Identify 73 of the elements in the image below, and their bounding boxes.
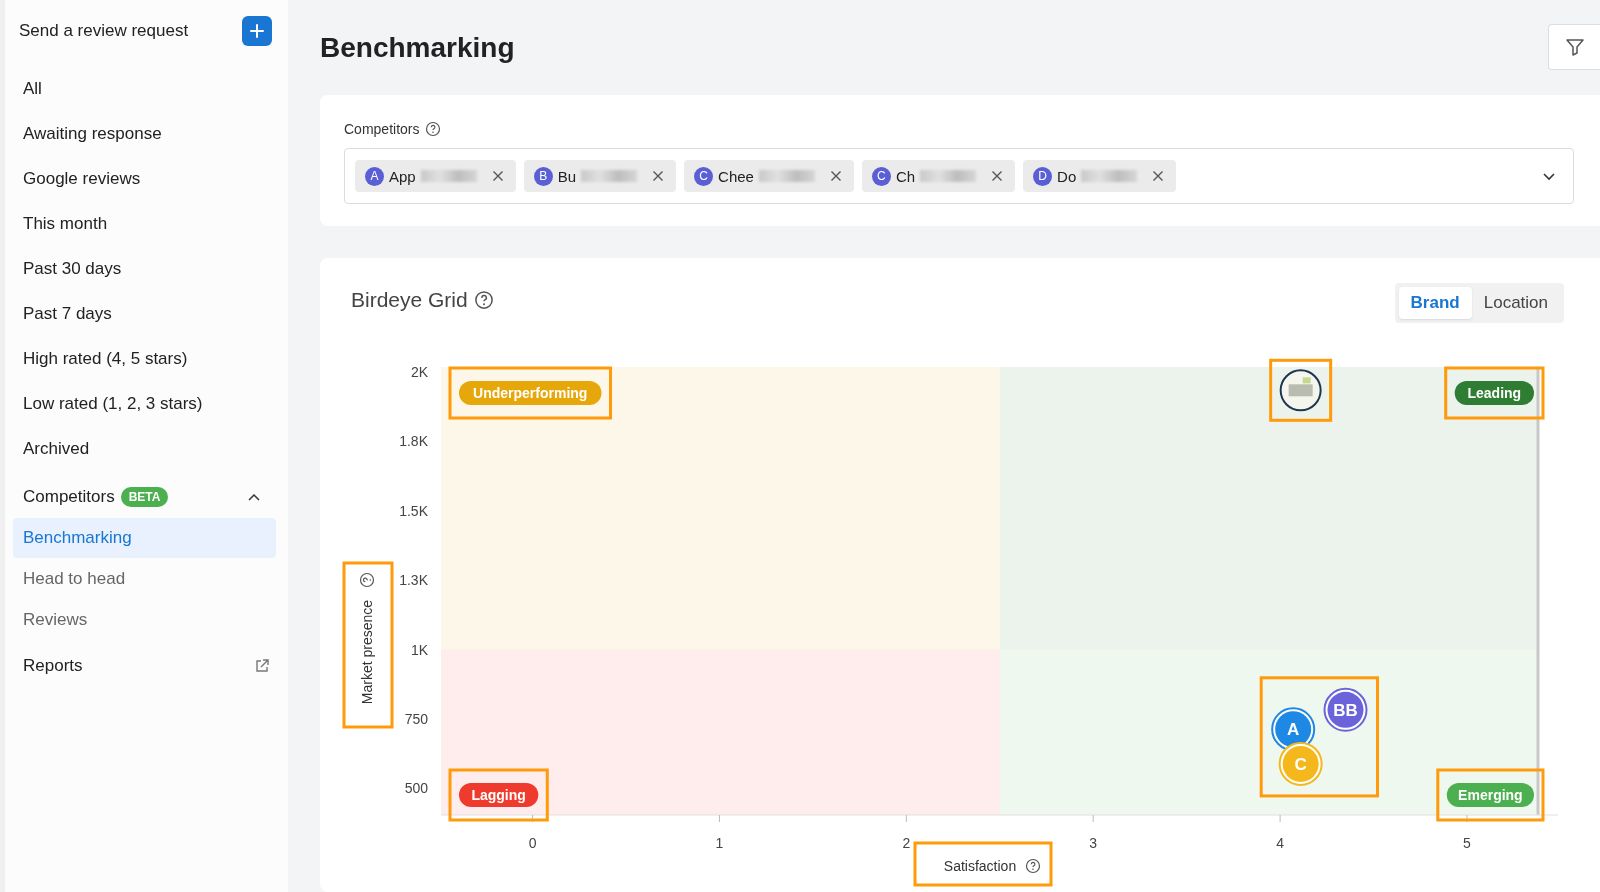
chip-label: App (389, 167, 416, 185)
x-tick-label: 5 (1463, 835, 1471, 851)
series-label: C (1294, 754, 1307, 774)
toggle-option[interactable]: Location (1471, 286, 1560, 319)
y-tick-label: 1.3K (399, 572, 428, 589)
y-tick-label: 750 (404, 710, 428, 727)
chip-label: Do (1057, 167, 1077, 185)
x-axis-title: Satisfaction (943, 858, 1017, 874)
sidebar-item[interactable]: Reports (23, 656, 83, 676)
x-tick-label: 0 (528, 835, 537, 851)
competitor-chip[interactable]: A App (355, 160, 516, 193)
help-icon (473, 289, 494, 310)
sidebar-item[interactable]: Low rated (1, 2, 3 stars) (13, 381, 276, 426)
chip-label: Ch (895, 167, 916, 185)
avatar-initial: C (694, 166, 714, 186)
avatar-initial: D (1033, 166, 1053, 186)
sidebar-subitem[interactable]: Benchmarking (13, 518, 276, 558)
beta-badge: BETA (120, 487, 169, 507)
card-title: Birdeye Grid (351, 287, 468, 312)
y-axis-title: Market presence (359, 599, 375, 705)
add-button[interactable] (242, 16, 272, 46)
sidebar-item[interactable]: Past 7 days (13, 291, 276, 336)
logo-marker[interactable] (1279, 369, 1322, 412)
close-icon[interactable] (491, 170, 504, 183)
sidebar-item[interactable]: High rated (4, 5 stars) (13, 336, 276, 381)
chip-label: Bu (557, 167, 577, 185)
sidebar-subitem[interactable]: Head to head (13, 559, 276, 599)
filter-button[interactable] (1548, 23, 1600, 70)
avatar-initial: A (365, 166, 384, 186)
x-tick-label: 3 (1089, 835, 1098, 851)
y-tick-label: 500 (404, 780, 428, 797)
competitor-chip[interactable]: D Do (1023, 160, 1177, 193)
competitor-chip[interactable]: C Ch (861, 160, 1016, 193)
x-tick-label: 2 (902, 835, 911, 851)
close-icon[interactable] (829, 170, 842, 183)
sidebar-heading: Send a review request (19, 21, 189, 41)
avatar-initial: C (871, 166, 891, 186)
chip-label: Chee (718, 167, 754, 185)
x-tick-label: 4 (1276, 835, 1284, 851)
competitor-chip[interactable]: C Chee (684, 160, 854, 193)
x-tick-label: 1 (715, 835, 724, 851)
section-label: Competitors (23, 487, 115, 507)
series-label: A (1287, 720, 1300, 740)
quadrant-badge: Lagging (459, 783, 539, 807)
close-icon[interactable] (652, 170, 665, 183)
competitor-select[interactable]: A App B Bu C Chee C Ch D Do (344, 148, 1574, 205)
series-label: BB (1333, 700, 1358, 720)
help-icon (425, 121, 442, 138)
sidebar-item[interactable]: Past 30 days (13, 246, 276, 291)
y-axis-title: Market presence (359, 572, 375, 705)
sidebar-subitem[interactable]: Reviews (13, 600, 276, 640)
sidebar-item[interactable]: Archived (13, 426, 276, 471)
quadrant-badge: Leading (1454, 381, 1534, 405)
y-tick-label: 1K (410, 641, 428, 658)
y-tick-label: 2K (410, 364, 428, 380)
quadrant-badge: Underperforming (459, 381, 602, 405)
x-axis-title: Satisfaction (943, 858, 1041, 874)
close-icon[interactable] (991, 170, 1004, 183)
page-title: Benchmarking (320, 31, 515, 64)
avatar-initial: B (533, 166, 553, 186)
toggle-option[interactable]: Brand (1398, 286, 1472, 319)
close-icon[interactable] (1152, 170, 1165, 183)
quadrant-badge: Emerging (1446, 783, 1534, 807)
bubble-marker[interactable]: BB (1323, 687, 1368, 732)
sidebar-item[interactable]: This month (13, 201, 276, 246)
sidebar-item[interactable]: Awaiting response (13, 111, 276, 156)
sidebar-item[interactable]: All (13, 66, 276, 111)
plus-icon (249, 23, 265, 39)
sidebar-item[interactable]: Google reviews (13, 156, 276, 201)
competitor-chip[interactable]: B Bu (523, 160, 677, 193)
y-tick-label: 1.5K (399, 502, 428, 519)
field-label: Competitors (344, 121, 420, 138)
y-tick-label: 1.8K (399, 433, 428, 450)
